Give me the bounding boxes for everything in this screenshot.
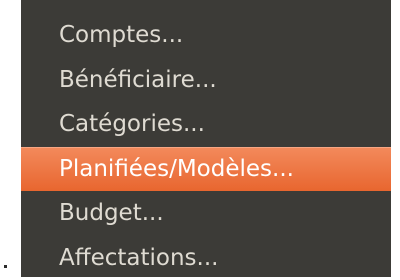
menu-item-comptes[interactable]: Comptes...	[21, 13, 391, 58]
menu-item-beneficiaire[interactable]: Bénéficiaire...	[21, 58, 391, 103]
dropdown-menu: Comptes... Bénéficiaire... Catégories...…	[21, 0, 391, 277]
menu-item-planifiees-modeles[interactable]: Planifiées/Modèles...	[21, 147, 391, 192]
menu-item-affectations[interactable]: Affectations...	[21, 236, 391, 280]
stray-dot	[4, 265, 7, 268]
menu-item-budget[interactable]: Budget...	[21, 191, 391, 236]
menu-item-categories[interactable]: Catégories...	[21, 102, 391, 147]
